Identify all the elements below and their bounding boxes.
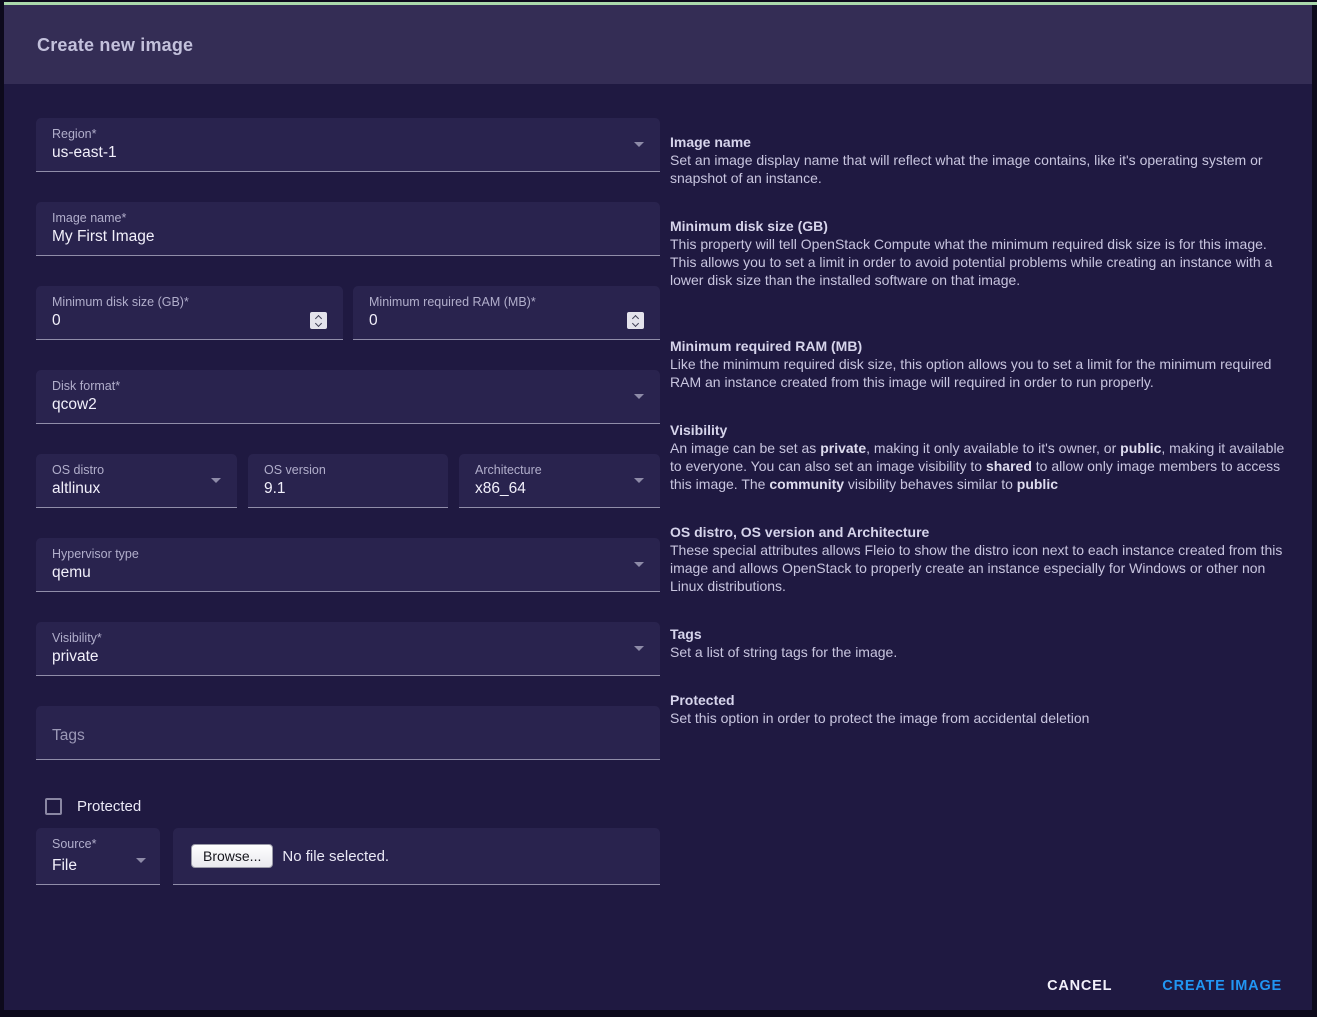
- min-ram-input[interactable]: Minimum required RAM (MB)* 0: [353, 286, 660, 340]
- tags-input[interactable]: Tags: [36, 706, 660, 760]
- help-tags-text: Set a list of string tags for the image.: [670, 643, 1294, 661]
- chevron-down-icon: [634, 478, 644, 483]
- help-min-ram: Minimum required RAM (MB) Like the minim…: [670, 337, 1294, 391]
- create-image-dialog: Create new image Region* us-east-1 Image…: [0, 0, 1317, 1017]
- image-name-value: My First Image: [52, 228, 154, 246]
- help-min-disk: Minimum disk size (GB) This property wil…: [670, 217, 1294, 289]
- file-upload-panel: Browse... No file selected.: [173, 828, 660, 885]
- help-visibility-text: An image can be set as private, making i…: [670, 439, 1294, 493]
- help-min-disk-text-2: This allows you to set a limit in order …: [670, 253, 1294, 289]
- chevron-down-icon: [634, 562, 644, 567]
- help-tags-title: Tags: [670, 625, 1294, 643]
- help-protected-title: Protected: [670, 691, 1294, 709]
- help-min-ram-title: Minimum required RAM (MB): [670, 337, 1294, 355]
- min-ram-value: 0: [369, 312, 378, 330]
- help-os-distro: OS distro, OS version and Architecture T…: [670, 523, 1294, 595]
- source-value: File: [52, 857, 77, 875]
- architecture-value: x86_64: [475, 480, 526, 498]
- dialog-header: Create new image: [4, 5, 1312, 84]
- region-value: us-east-1: [52, 144, 117, 162]
- image-name-label: Image name*: [52, 211, 126, 225]
- help-min-disk-text-1: This property will tell OpenStack Comput…: [670, 235, 1294, 253]
- source-select[interactable]: Source* File: [36, 828, 160, 885]
- visibility-label: Visibility*: [52, 631, 102, 645]
- file-status-text: No file selected.: [282, 848, 389, 865]
- help-protected: Protected Set this option in order to pr…: [670, 691, 1294, 727]
- min-disk-stepper[interactable]: [310, 312, 327, 329]
- chevron-down-icon: [634, 142, 644, 147]
- os-distro-label: OS distro: [52, 463, 104, 477]
- stepper-down-icon[interactable]: [632, 319, 639, 326]
- help-tags: Tags Set a list of string tags for the i…: [670, 625, 1294, 661]
- help-min-disk-title: Minimum disk size (GB): [670, 217, 1294, 235]
- help-min-ram-text: Like the minimum required disk size, thi…: [670, 355, 1294, 391]
- help-visibility: Visibility An image can be set as privat…: [670, 421, 1294, 493]
- visibility-select[interactable]: Visibility* private: [36, 622, 660, 676]
- disk-format-select[interactable]: Disk format* qcow2: [36, 370, 660, 424]
- tags-placeholder: Tags: [52, 727, 85, 745]
- os-version-label: OS version: [264, 463, 326, 477]
- browse-button[interactable]: Browse...: [191, 844, 273, 868]
- os-version-input[interactable]: OS version 9.1: [248, 454, 448, 508]
- help-image-name-title: Image name: [670, 133, 1294, 151]
- architecture-select[interactable]: Architecture x86_64: [459, 454, 660, 508]
- disk-format-label: Disk format*: [52, 379, 120, 393]
- stepper-down-icon[interactable]: [315, 319, 322, 326]
- architecture-label: Architecture: [475, 463, 542, 477]
- image-name-input[interactable]: Image name* My First Image: [36, 202, 660, 256]
- chevron-down-icon: [136, 858, 146, 863]
- os-distro-select[interactable]: OS distro altlinux: [36, 454, 237, 508]
- help-protected-text: Set this option in order to protect the …: [670, 709, 1294, 727]
- chevron-down-icon: [634, 646, 644, 651]
- create-image-button[interactable]: CREATE IMAGE: [1160, 972, 1284, 1000]
- help-image-name-text: Set an image display name that will refl…: [670, 151, 1294, 187]
- hypervisor-type-select[interactable]: Hypervisor type qemu: [36, 538, 660, 592]
- min-ram-label: Minimum required RAM (MB)*: [369, 295, 536, 309]
- dialog-body: Region* us-east-1 Image name* My First I…: [4, 84, 1312, 1010]
- region-label: Region*: [52, 127, 96, 141]
- min-disk-size-label: Minimum disk size (GB)*: [52, 295, 189, 309]
- help-os-distro-text: These special attributes allows Fleio to…: [670, 541, 1294, 595]
- protected-label: Protected: [77, 798, 141, 815]
- hypervisor-type-label: Hypervisor type: [52, 547, 139, 561]
- hypervisor-type-value: qemu: [52, 564, 91, 582]
- chevron-down-icon: [211, 478, 221, 483]
- protected-row: Protected: [45, 798, 141, 815]
- min-disk-size-value: 0: [52, 312, 61, 330]
- min-ram-stepper[interactable]: [627, 312, 644, 329]
- dialog-title: Create new image: [37, 35, 193, 56]
- help-image-name: Image name Set an image display name tha…: [670, 133, 1294, 187]
- dialog-actions: CANCEL CREATE IMAGE: [1045, 972, 1284, 1000]
- chevron-down-icon: [634, 394, 644, 399]
- os-version-value: 9.1: [264, 480, 286, 498]
- cancel-button[interactable]: CANCEL: [1045, 972, 1114, 1000]
- visibility-value: private: [52, 648, 99, 666]
- os-distro-value: altlinux: [52, 480, 100, 498]
- help-visibility-title: Visibility: [670, 421, 1294, 439]
- protected-checkbox[interactable]: [45, 798, 62, 815]
- region-select[interactable]: Region* us-east-1: [36, 118, 660, 172]
- disk-format-value: qcow2: [52, 396, 97, 414]
- min-disk-size-input[interactable]: Minimum disk size (GB)* 0: [36, 286, 343, 340]
- source-label: Source*: [52, 837, 96, 851]
- help-os-distro-title: OS distro, OS version and Architecture: [670, 523, 1294, 541]
